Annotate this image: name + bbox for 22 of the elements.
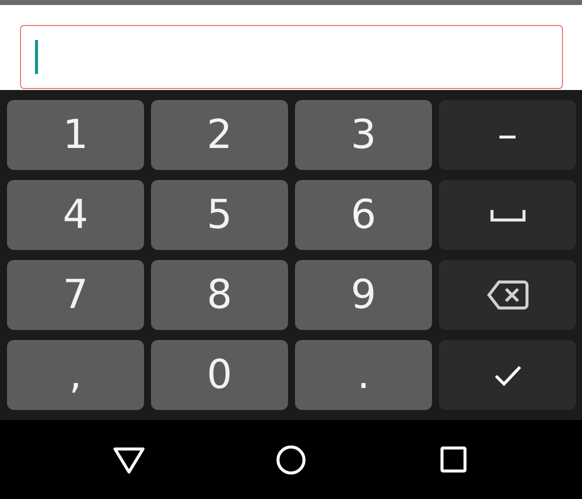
key-button[interactable]: , (7, 340, 144, 410)
key-button[interactable]: 5 (151, 180, 288, 250)
backspace-key[interactable] (439, 260, 576, 330)
home-icon[interactable] (276, 444, 306, 474)
key-button[interactable]: 9 (295, 260, 432, 330)
key-button[interactable]: 1 (7, 100, 144, 170)
backspace-icon (486, 280, 528, 310)
input-field[interactable] (20, 25, 563, 89)
check-icon (494, 364, 522, 386)
space-icon (490, 208, 526, 222)
back-icon[interactable] (113, 446, 145, 474)
key-button[interactable]: 0 (151, 340, 288, 410)
text-cursor (35, 40, 38, 74)
key-button[interactable]: 2 (151, 100, 288, 170)
key-button[interactable]: 6 (295, 180, 432, 250)
recents-icon[interactable] (440, 446, 466, 473)
key-button[interactable]: 3 (295, 100, 432, 170)
key-button[interactable]: 8 (151, 260, 288, 330)
key-button[interactable]: 4 (7, 180, 144, 250)
key-button[interactable]: – (439, 100, 576, 170)
key-button[interactable]: . (295, 340, 432, 410)
key-button[interactable]: 7 (7, 260, 144, 330)
